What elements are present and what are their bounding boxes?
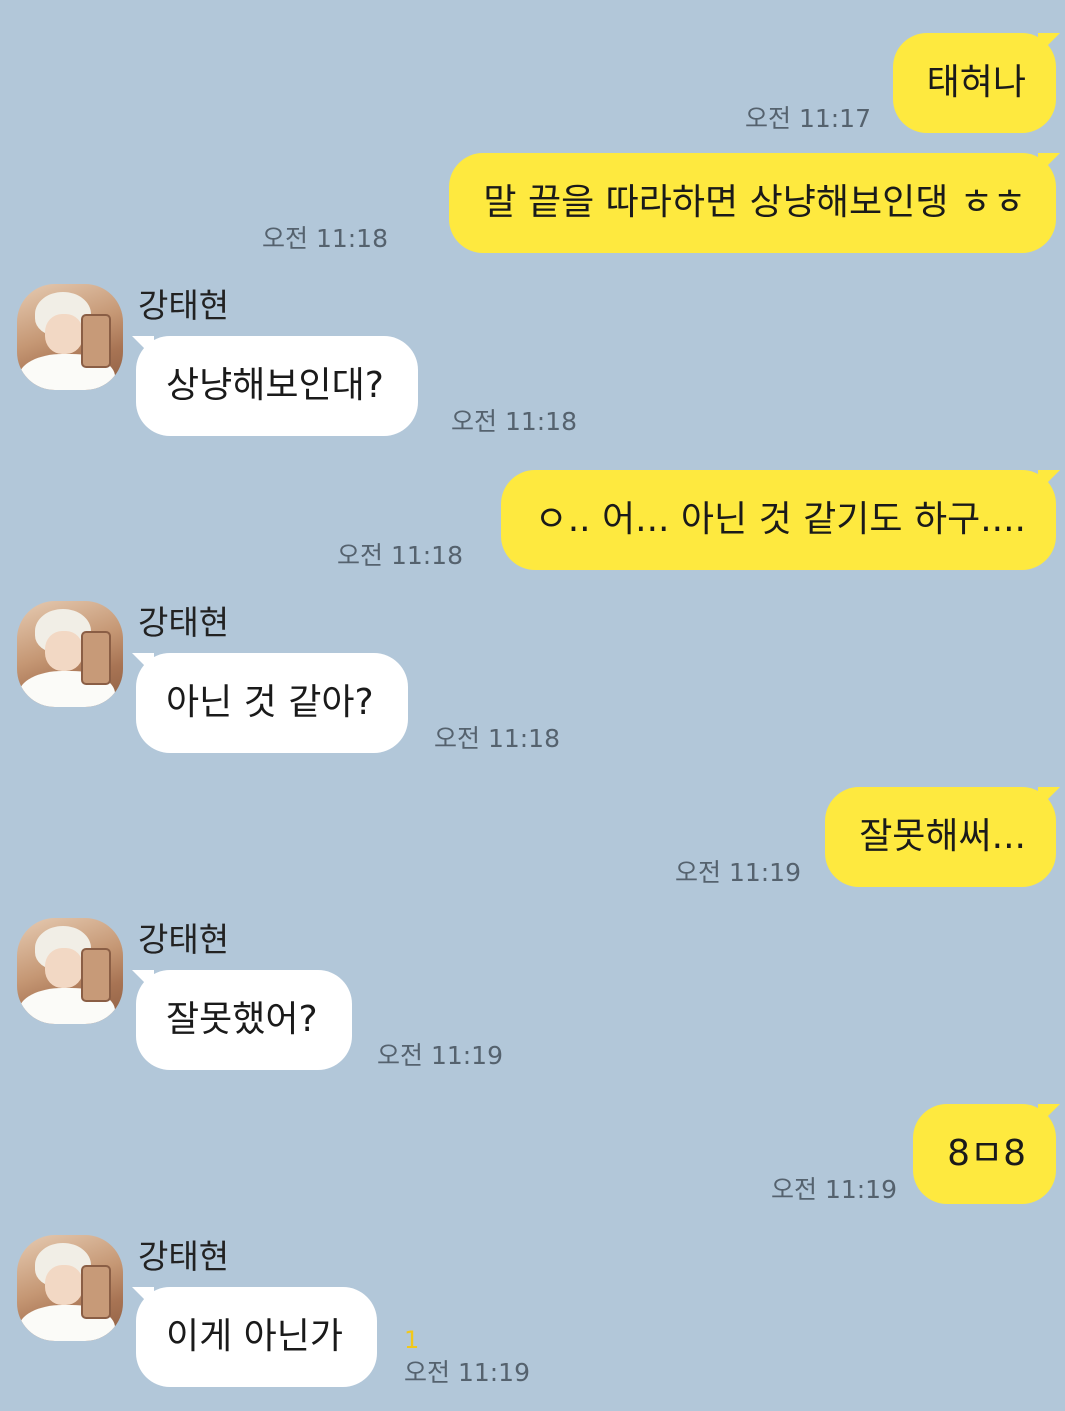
sender-name: 강태현 <box>138 920 230 959</box>
message-timestamp: 오전 11:18 <box>451 407 577 436</box>
avatar-face <box>45 1265 83 1305</box>
message-timestamp: 오전 11:19 <box>377 1041 503 1070</box>
message-text: 이게 아닌가 <box>166 1316 344 1357</box>
message-text: 말 끝을 따라하면 상냥해보인댕 ㅎㅎ <box>483 182 1026 223</box>
message-timestamp: 오전 11:19 <box>404 1358 530 1387</box>
message-bubble-sent[interactable]: 잘못해써... <box>825 787 1056 887</box>
avatar-phone <box>81 1265 111 1319</box>
avatar-phone <box>81 631 111 685</box>
sender-name: 강태현 <box>138 286 230 325</box>
avatar-face <box>45 314 83 354</box>
avatar-face <box>45 948 83 988</box>
avatar[interactable] <box>17 284 123 390</box>
message-timestamp: 오전 11:17 <box>745 104 871 133</box>
message-timestamp: 오전 11:18 <box>434 724 560 753</box>
message-bubble-received[interactable]: 이게 아닌가 <box>136 1287 378 1387</box>
message-text: 8ㅁ8 <box>947 1133 1026 1174</box>
message-timestamp: 오전 11:18 <box>337 541 463 570</box>
message-bubble-sent[interactable]: ㅇ.. 어... 아닌 것 같기도 하구.... <box>500 470 1056 570</box>
unread-count: 1 <box>404 1326 420 1354</box>
message-timestamp: 오전 11:19 <box>675 858 801 887</box>
avatar-phone <box>81 948 111 1002</box>
message-text: 잘못했어? <box>166 999 318 1040</box>
message-timestamp: 오전 11:18 <box>262 224 388 253</box>
message-bubble-received[interactable]: 아닌 것 같아? <box>136 653 408 753</box>
message-timestamp: 오전 11:19 <box>771 1175 897 1204</box>
avatar[interactable] <box>17 1235 123 1341</box>
message-bubble-sent[interactable]: 말 끝을 따라하면 상냥해보인댕 ㅎㅎ <box>449 153 1056 253</box>
message-bubble-sent[interactable]: 태혀나 <box>892 33 1056 133</box>
message-bubble-received[interactable]: 상냥해보인대? <box>136 336 418 436</box>
message-text: 잘못해써... <box>859 816 1026 857</box>
avatar-face <box>45 631 83 671</box>
avatar[interactable] <box>17 918 123 1024</box>
message-text: 상냥해보인대? <box>166 365 384 406</box>
message-text: ㅇ.. 어... 아닌 것 같기도 하구.... <box>534 499 1026 540</box>
sender-name: 강태현 <box>138 1237 230 1276</box>
message-text: 아닌 것 같아? <box>166 682 374 723</box>
message-text: 태혀나 <box>926 62 1026 103</box>
avatar-phone <box>81 314 111 368</box>
sender-name: 강태현 <box>138 603 230 642</box>
message-bubble-received[interactable]: 잘못했어? <box>136 970 352 1070</box>
message-bubble-sent[interactable]: 8ㅁ8 <box>913 1104 1056 1204</box>
avatar[interactable] <box>17 601 123 707</box>
